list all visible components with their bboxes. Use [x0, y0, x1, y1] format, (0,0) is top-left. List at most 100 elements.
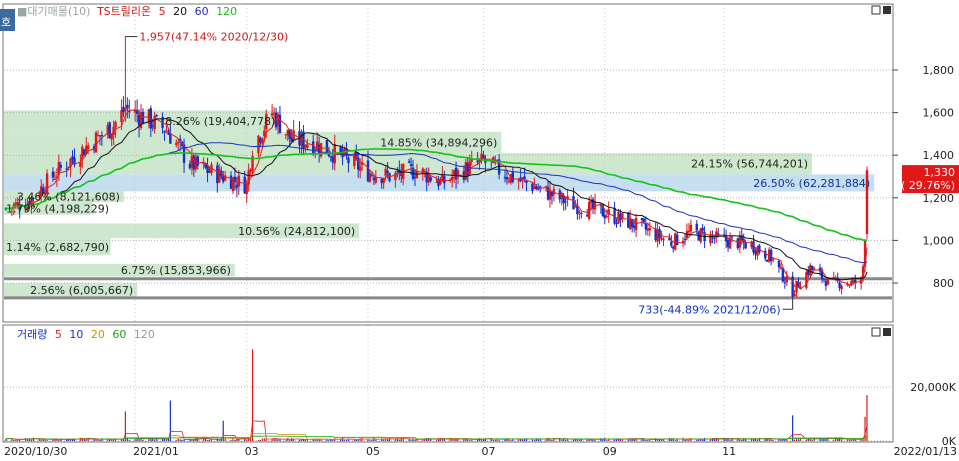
- legend-ma60: 60: [195, 5, 209, 18]
- candle-body: [717, 233, 720, 235]
- legend-ma120: 120: [216, 5, 237, 18]
- legend-supply: ■대기매물(10): [17, 5, 90, 18]
- candle-body: [709, 234, 712, 244]
- low-label: 733(-44.89% 2021/12/06): [638, 303, 780, 316]
- band-label: 26.50% (62,281,884): [753, 177, 870, 190]
- candle-body: [177, 141, 180, 144]
- candle-body: [675, 234, 679, 246]
- price-panel-buttons[interactable]: [871, 5, 891, 15]
- candle-body: [423, 170, 426, 172]
- candle-body: [785, 276, 788, 283]
- candle-body: [783, 282, 787, 284]
- high-label: 1,957(47.14% 2020/12/30): [139, 31, 288, 44]
- volume-ma-line: [5, 420, 868, 441]
- candle-body: [523, 176, 526, 180]
- candle-body: [689, 224, 693, 232]
- candle-body: [505, 177, 509, 180]
- high-annotation: 1,957(47.14% 2020/12/30): [125, 31, 288, 44]
- maximize-icon[interactable]: [871, 5, 881, 15]
- maximize-icon[interactable]: [871, 327, 881, 337]
- candle-body: [605, 216, 608, 218]
- candle-body: [642, 218, 646, 223]
- candle-body: [100, 134, 104, 136]
- x-tick: 11: [722, 445, 736, 458]
- current-price-tag: 1,330 ( 29.76%): [901, 165, 959, 194]
- candle-body: [572, 196, 575, 210]
- candle-body: [86, 145, 90, 149]
- candle-body: [580, 213, 583, 215]
- candle-body: [53, 178, 57, 180]
- price-tick: 800: [933, 277, 954, 290]
- candle-body: [443, 176, 446, 184]
- band-label: 14.85% (34,894,296): [380, 136, 497, 149]
- candle-body: [670, 241, 673, 246]
- x-tick: 2021/01: [133, 445, 179, 458]
- volume-legend: 거래량 5 10 20 60 120: [17, 328, 155, 341]
- candle-body: [124, 108, 127, 111]
- band-label: 10.56% (24,812,100): [238, 225, 355, 238]
- candle-body: [261, 138, 264, 144]
- candle-body: [325, 139, 329, 154]
- candle-body: [662, 238, 665, 240]
- candle-body: [730, 236, 734, 238]
- candle-body: [306, 144, 309, 148]
- legend-vol10: 10: [69, 328, 83, 341]
- candle-body: [153, 115, 156, 129]
- band-label: 1.79% (4,198,229): [6, 202, 109, 215]
- x-tick: 2022/01/13: [894, 445, 957, 458]
- legend-ma20: 20: [173, 5, 187, 18]
- price-tick: 1,800: [923, 64, 955, 77]
- legend-ma5: 5: [159, 5, 166, 18]
- x-axis: 2020/10/30 2021/01 03 05 07 09 11 2022/0…: [4, 445, 957, 458]
- volume-grid: [4, 325, 892, 442]
- band-label: 8.26% (19,404,778): [165, 115, 275, 128]
- band-label: 2.56% (6,005,667): [30, 284, 133, 297]
- volume-ma-lines: [5, 420, 868, 441]
- price-tick: 1,000: [923, 234, 955, 247]
- stock-chart: 호 ■대기매물(10) TS트릴리온 5 20 60 120 거래량 5 10 …: [0, 3, 959, 458]
- candle-body: [840, 285, 843, 289]
- candle-body: [126, 104, 129, 109]
- volume-bars: [5, 349, 868, 441]
- candle-body: [409, 163, 413, 166]
- volume-panel-buttons[interactable]: [871, 327, 891, 337]
- candle-body: [237, 175, 241, 187]
- candle-body: [777, 260, 781, 268]
- candle-body: [644, 223, 648, 230]
- legend-volume: 거래량: [17, 328, 47, 341]
- current-price-change: ( 29.76%): [901, 179, 955, 192]
- candle-body: [578, 211, 581, 213]
- price-tick: 1,200: [923, 192, 955, 205]
- candle-body: [564, 201, 567, 203]
- x-tick: 05: [366, 445, 380, 458]
- volume-tick: 20,000K: [910, 381, 956, 394]
- candle-body: [155, 115, 158, 117]
- legend-vol20: 20: [91, 328, 105, 341]
- close-icon[interactable]: [883, 328, 891, 336]
- candle-body: [544, 186, 548, 188]
- candle-body: [407, 161, 411, 163]
- volume-panel-frame: [2, 324, 894, 443]
- candle-body: [370, 174, 374, 176]
- candle-body: [648, 228, 651, 231]
- candle-body: [822, 279, 826, 281]
- candle-body: [701, 227, 704, 231]
- legend-stock-name: TS트릴리온: [96, 5, 151, 18]
- candle-body: [196, 156, 199, 166]
- candle-body: [114, 121, 117, 128]
- candle-body: [713, 238, 716, 240]
- candle-body: [539, 186, 542, 188]
- price-tick: 1,400: [923, 149, 955, 162]
- candle-body: [175, 143, 178, 146]
- candle-body: [347, 157, 350, 164]
- candle-body: [312, 141, 315, 154]
- candle-body: [429, 177, 432, 181]
- candle-body: [511, 171, 515, 182]
- legend-vol5: 5: [55, 328, 62, 341]
- close-icon[interactable]: [883, 6, 891, 14]
- corner-label: 호: [1, 16, 11, 29]
- candle-body: [358, 166, 362, 171]
- candle-body: [793, 293, 796, 296]
- price-tick: 1,600: [923, 107, 955, 120]
- price-legend: ■대기매물(10) TS트릴리온 5 20 60 120: [17, 5, 237, 18]
